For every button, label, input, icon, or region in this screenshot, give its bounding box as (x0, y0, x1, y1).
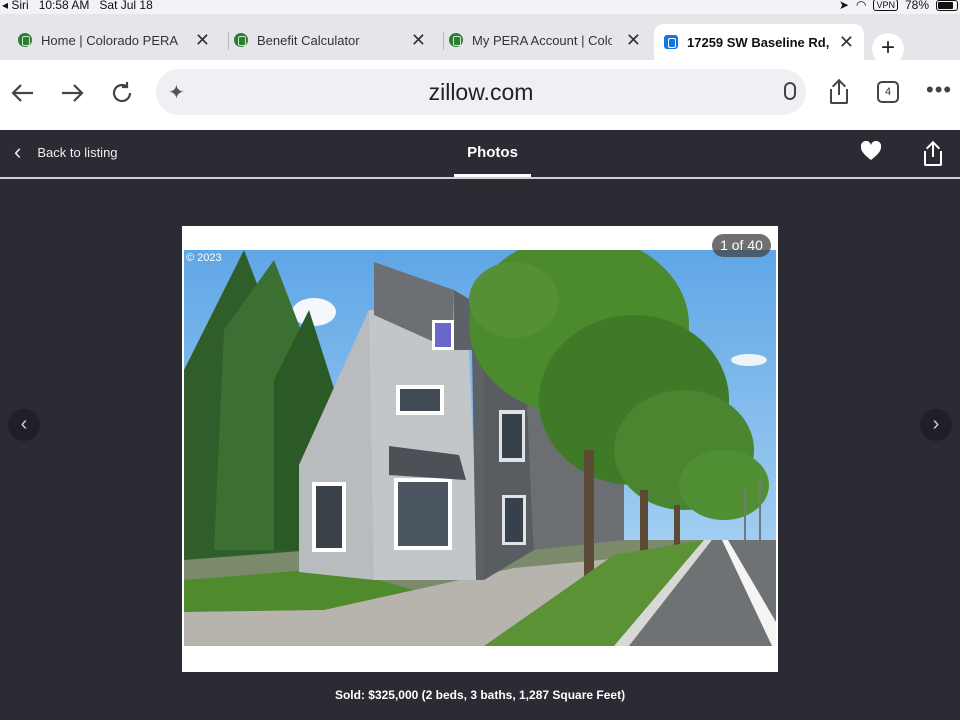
forward-button[interactable] (57, 78, 87, 108)
previous-photo-button[interactable]: ‹ (8, 409, 40, 441)
house-photo-image (184, 250, 776, 646)
zillow-favicon-icon (664, 35, 678, 49)
reload-icon (112, 82, 132, 103)
address-bar[interactable]: ✦ zillow.com (156, 69, 806, 115)
heart-icon (860, 140, 882, 160)
chevron-left-icon: ‹ (14, 139, 22, 164)
reload-button[interactable] (107, 78, 137, 108)
close-tab-icon[interactable]: ✕ (411, 31, 426, 49)
arrow-right-icon (62, 84, 84, 102)
siri-back-link[interactable]: ◂ Siri (2, 0, 29, 12)
save-home-button[interactable] (860, 140, 882, 167)
tab-my-pera-account[interactable]: My PERA Account | Colo ✕ (443, 24, 641, 56)
status-time: 10:58 AM (38, 0, 90, 12)
back-to-listing-label: Back to listing (37, 144, 118, 160)
url-text: zillow.com (428, 79, 534, 105)
tab-overview-button[interactable]: 4 (877, 81, 899, 103)
status-date: Sat Jul 18 (99, 0, 153, 12)
tab-benefit-calculator[interactable]: Benefit Calculator ✕ (228, 24, 426, 56)
pera-favicon-icon (234, 33, 248, 47)
battery-percent: 78% (904, 0, 929, 12)
photo-viewer: ‹ › 1 of 40 © 2023 Sold: $325,000 (2 bed… (0, 179, 960, 720)
tab-colorado-pera-home[interactable]: Home | Colorado PERA ✕ (18, 24, 210, 56)
microphone-icon[interactable] (784, 82, 796, 100)
photo-counter-badge: 1 of 40 (712, 234, 771, 257)
back-to-listing-link[interactable]: ‹ Back to listing (14, 139, 118, 164)
wifi-icon: ◠ (855, 0, 867, 12)
tab-separator (228, 32, 229, 50)
photo-viewer-header: ‹ Back to listing Photos (0, 130, 960, 177)
battery-icon (936, 0, 958, 11)
close-tab-icon[interactable]: ✕ (626, 31, 641, 49)
status-bar: ◂ Siri 10:58 AM Sat Jul 18 ➤ ◠ VPN 78% (0, 0, 960, 14)
back-button[interactable] (8, 78, 38, 108)
tab-title: 17259 SW Baseline Rd, (687, 34, 830, 50)
safari-window: ◂ Siri 10:58 AM Sat Jul 18 ➤ ◠ VPN 78% H… (0, 0, 960, 720)
next-photo-button[interactable]: › (920, 409, 952, 441)
share-button[interactable] (828, 78, 850, 106)
close-tab-icon[interactable]: ✕ (839, 33, 854, 51)
share-listing-button[interactable] (922, 140, 944, 168)
tab-title: Benefit Calculator (257, 32, 360, 48)
arrow-left-icon (11, 84, 33, 102)
tab-photos[interactable]: Photos (454, 130, 531, 177)
tab-bar: Home | Colorado PERA ✕ Benefit Calculato… (0, 14, 960, 65)
pera-favicon-icon (18, 33, 32, 47)
listing-caption: Sold: $325,000 (2 beds, 3 baths, 1,287 S… (334, 688, 626, 702)
tab-zillow-listing[interactable]: 17259 SW Baseline Rd, ✕ (654, 24, 864, 60)
vpn-badge: VPN (873, 0, 898, 11)
tab-title: Home | Colorado PERA (41, 32, 179, 48)
photo-copyright: © 2023 (186, 252, 222, 264)
tab-separator (443, 32, 444, 50)
pera-favicon-icon (449, 33, 463, 47)
photo-frame (182, 226, 778, 672)
more-menu-button[interactable]: ••• (926, 77, 952, 103)
location-icon: ➤ (838, 0, 849, 12)
close-tab-icon[interactable]: ✕ (195, 31, 210, 49)
browser-toolbar: ✦ zillow.com 4 ••• (0, 60, 960, 130)
listing-photo[interactable] (184, 250, 776, 646)
tab-title: My PERA Account | Colo (472, 32, 612, 48)
